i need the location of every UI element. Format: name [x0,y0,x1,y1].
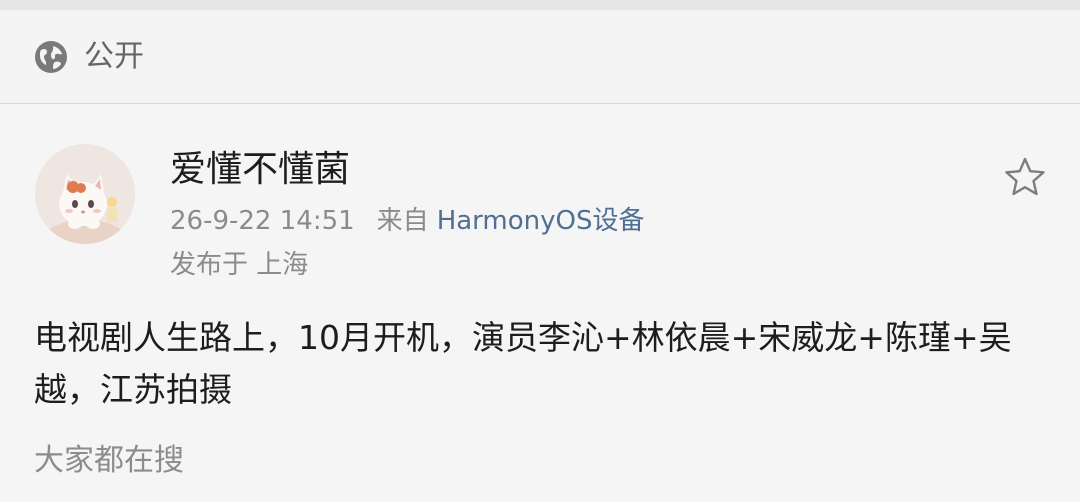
post-timestamp: 26-9-22 14:51 [170,206,355,236]
star-icon[interactable] [1002,154,1048,200]
post-card: 爱懂不懂菌 26-9-22 14:51 来自 HarmonyOS设备 发布于 上海 … [0,104,1080,502]
top-strip [0,0,1080,10]
globe-icon [35,41,67,73]
source-device-link[interactable]: HarmonyOS设备 [437,206,645,236]
trending-search-label: 大家都在搜 [34,443,184,478]
post-location: 发布于 上海 [170,250,309,280]
username[interactable]: 爱懂不懂菌 [170,148,350,192]
visibility-label: 公开 [84,39,144,74]
user-avatar[interactable] [35,144,135,244]
source-prefix: 来自 [376,206,429,236]
visibility-bar[interactable]: 公开 [0,10,1080,104]
post-meta: 26-9-22 14:51 来自 HarmonyOS设备 [170,204,644,238]
post-body-text: 电视剧人生路上，10月开机，演员李沁+林依晨+宋威龙+陈瑾+吴越，江苏拍摄 [34,318,1012,409]
cat-avatar-icon [35,144,135,244]
